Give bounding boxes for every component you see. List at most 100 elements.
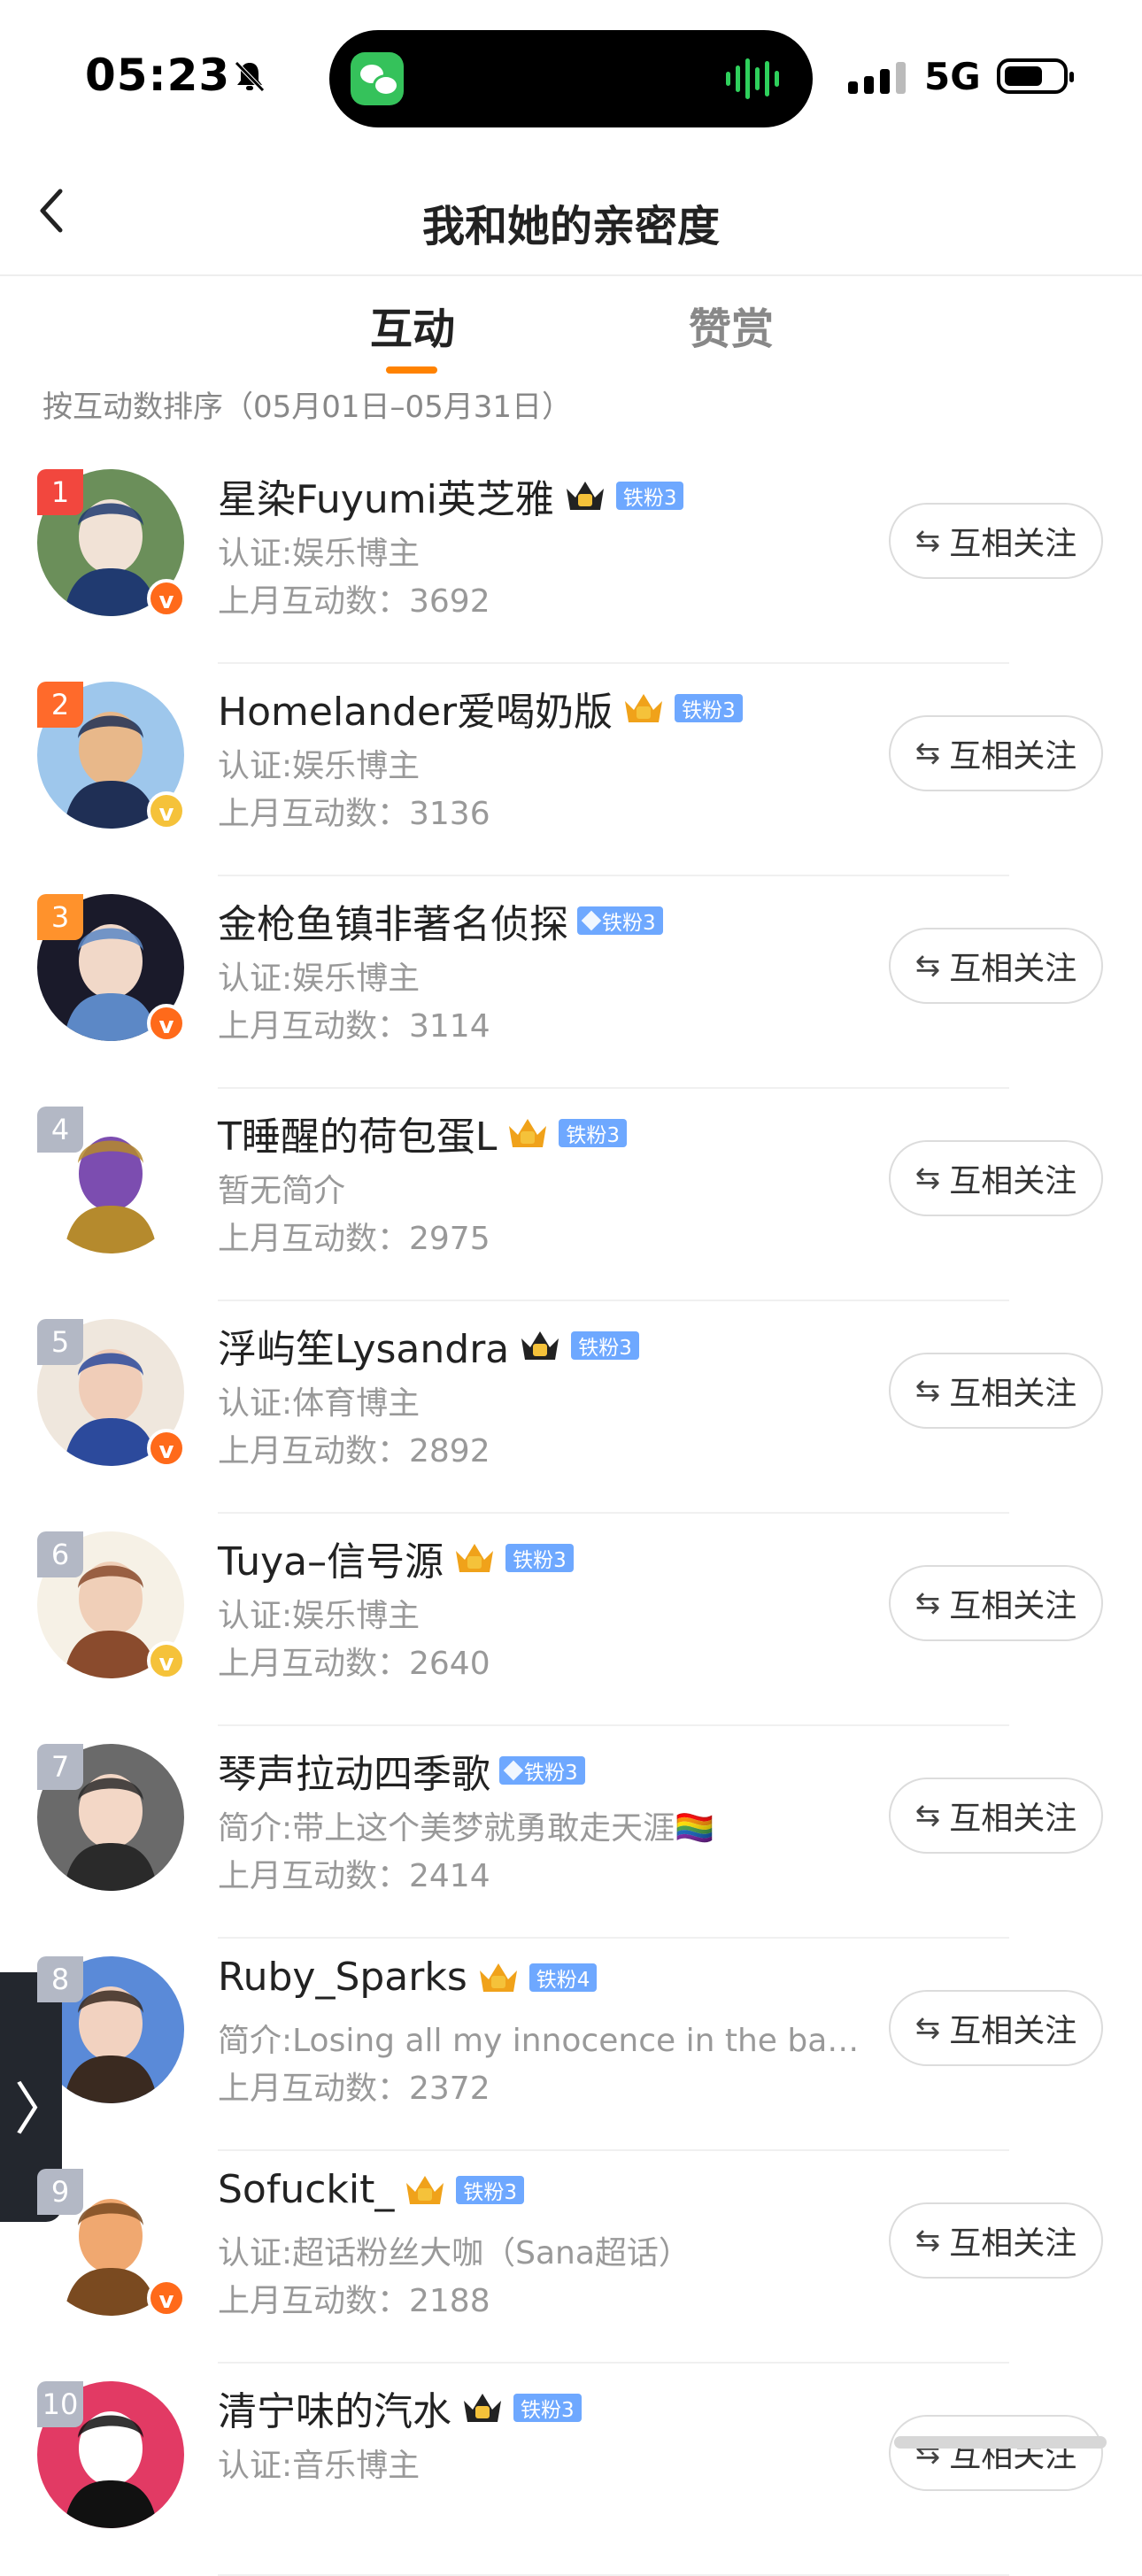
crown-icon (566, 482, 604, 510)
mutual-follow-label: 互相关注 (949, 951, 1077, 987)
fan-level-badge: 铁粉3 (675, 694, 743, 722)
user-name[interactable]: 金枪鱼镇非著名侦探 (218, 892, 568, 949)
interaction-count: 上月互动数：2975 (218, 1221, 490, 1257)
interaction-count: 上月互动数：3114 (218, 1008, 490, 1045)
mutual-follow-button[interactable]: ⇆ 互相关注 (889, 2415, 1103, 2491)
list-item[interactable]: 5 v 浮屿笙Lysandra 铁粉3 认证:体育博主 上月互动数：2892 ⇆… (0, 1301, 1142, 1514)
fan-level-badge: 铁粉3 (577, 906, 663, 935)
rank-badge: 4 (37, 1107, 83, 1153)
verified-badge-icon: v (147, 579, 186, 618)
rank-badge: 8 (37, 1956, 83, 2002)
mutual-follow-button[interactable]: ⇆ 互相关注 (889, 1353, 1103, 1429)
list-item[interactable]: 6 v Tuya–信号源 铁粉3 认证:娱乐博主 上月互动数：2640 ⇆ 互相… (0, 1514, 1142, 1726)
audio-wave-icon (726, 57, 779, 101)
verified-badge-icon: v (147, 2279, 186, 2318)
user-description: 认证:娱乐博主 (218, 1598, 421, 1634)
user-name-line: 浮屿笙Lysandra 铁粉3 (218, 1317, 639, 1374)
user-description: 认证:娱乐博主 (218, 748, 421, 784)
mutual-follow-button[interactable]: ⇆ 互相关注 (889, 1140, 1103, 1216)
user-name[interactable]: Homelander爱喝奶版 (218, 680, 613, 737)
verified-badge-icon: v (147, 1641, 186, 1680)
verified-badge-icon: v (147, 791, 186, 830)
mutual-follow-button[interactable]: ⇆ 互相关注 (889, 1990, 1103, 2066)
mutual-follow-icon: ⇆ (914, 2223, 941, 2258)
rank-badge: 5 (37, 1319, 83, 1365)
user-name[interactable]: T睡醒的荷包蛋L (218, 1105, 497, 1161)
interaction-count: 上月互动数：2188 (218, 2283, 490, 2319)
list-item[interactable]: 3 v 金枪鱼镇非著名侦探 铁粉3 认证:娱乐博主 上月互动数：3114 ⇆ 互… (0, 876, 1142, 1089)
user-name[interactable]: 浮屿笙Lysandra (218, 1317, 509, 1374)
mutual-follow-icon: ⇆ (914, 736, 941, 771)
user-name[interactable]: 清宁味的汽水 (218, 2379, 451, 2436)
crown-icon (479, 1963, 517, 1992)
mutual-follow-label: 互相关注 (949, 1163, 1077, 1199)
list-item[interactable]: 4 T睡醒的荷包蛋L 铁粉3 暂无简介 上月互动数：2975 ⇆ 互相关注 (0, 1089, 1142, 1301)
user-name[interactable]: Sofuckit_ (218, 2167, 394, 2212)
crown-icon (406, 2175, 444, 2204)
fan-level-badge: 铁粉3 (559, 1119, 628, 1147)
mutual-follow-icon: ⇆ (914, 1798, 941, 1833)
tab-active-indicator (386, 366, 437, 374)
user-name[interactable]: Tuya–信号源 (218, 1530, 444, 1586)
mutual-follow-icon: ⇆ (914, 1373, 941, 1408)
interaction-count: 上月互动数：2414 (218, 1858, 490, 1894)
crown-icon (625, 694, 663, 722)
user-name-line: 琴声拉动四季歌 铁粉3 (218, 1742, 585, 1799)
rank-badge: 3 (37, 894, 83, 940)
mutual-follow-label: 互相关注 (949, 2225, 1077, 2262)
tab-interaction[interactable]: 互动 (370, 294, 455, 356)
crown-icon (456, 1544, 494, 1572)
user-name[interactable]: 星染Fuyumi英芝雅 (218, 467, 554, 524)
network-type: 5G (924, 55, 981, 98)
chevron-right-icon: 〉 (14, 2078, 71, 2143)
user-name[interactable]: 琴声拉动四季歌 (218, 1742, 490, 1799)
verified-badge-icon: v (147, 1429, 186, 1468)
rank-badge: 9 (37, 2169, 83, 2215)
user-name-line: 金枪鱼镇非著名侦探 铁粉3 (218, 892, 663, 949)
list-item[interactable]: 2 v Homelander爱喝奶版 铁粉3 认证:娱乐博主 上月互动数：313… (0, 664, 1142, 876)
mutual-follow-button[interactable]: ⇆ 互相关注 (889, 2202, 1103, 2279)
mutual-follow-icon: ⇆ (914, 948, 941, 983)
intimacy-list: 1 v 星染Fuyumi英芝雅 铁粉3 认证:娱乐博主 上月互动数：3692 ⇆… (0, 451, 1142, 2576)
mutual-follow-button[interactable]: ⇆ 互相关注 (889, 1778, 1103, 1854)
crown-icon (509, 1119, 547, 1147)
list-item[interactable]: 9 v Sofuckit_ 铁粉3 认证:超话粉丝大咖（Sana超话） 上月互动… (0, 2151, 1142, 2364)
mutual-follow-button[interactable]: ⇆ 互相关注 (889, 1565, 1103, 1641)
clock: 05:23 (85, 50, 231, 101)
mutual-follow-button[interactable]: ⇆ 互相关注 (889, 928, 1103, 1004)
home-indicator[interactable] (894, 2436, 1107, 2449)
dynamic-island[interactable] (329, 30, 813, 127)
mutual-follow-label: 互相关注 (949, 526, 1077, 562)
crown-icon (464, 2394, 501, 2422)
rank-badge: 2 (37, 682, 83, 728)
verified-badge-icon: v (147, 1004, 186, 1043)
user-description: 认证:超话粉丝大咖（Sana超话） (218, 2235, 691, 2271)
user-description: 简介:Losing all my innocence in the back… (218, 2023, 864, 2059)
list-item[interactable]: 10 清宁味的汽水 铁粉3 认证:音乐博主 ⇆ 互相关注 (0, 2364, 1142, 2576)
list-item[interactable]: 8 Ruby_Sparks 铁粉4 简介:Losing all my innoc… (0, 1939, 1142, 2151)
fan-level-badge: 铁粉3 (513, 2394, 582, 2422)
list-item[interactable]: 7 琴声拉动四季歌 铁粉3 简介:带上这个美梦就勇敢走天涯🏳️‍🌈 上月互动数：… (0, 1726, 1142, 1939)
user-name-line: 清宁味的汽水 铁粉3 (218, 2379, 582, 2436)
nav-bar: 我和她的亲密度 (0, 150, 1142, 276)
sort-caption: 按互动数排序（05月01日–05月31日） (42, 389, 573, 425)
fan-level-badge: 铁粉4 (529, 1963, 598, 1992)
user-name-line: Tuya–信号源 铁粉3 (218, 1530, 574, 1586)
bell-muted-icon (235, 61, 265, 92)
mutual-follow-icon: ⇆ (914, 523, 941, 559)
user-name-line: Homelander爱喝奶版 铁粉3 (218, 680, 743, 737)
user-description: 简介:带上这个美梦就勇敢走天涯🏳️‍🌈 (218, 1810, 714, 1847)
user-name[interactable]: Ruby_Sparks (218, 1955, 467, 2000)
mutual-follow-button[interactable]: ⇆ 互相关注 (889, 503, 1103, 579)
user-name-line: T睡醒的荷包蛋L 铁粉3 (218, 1105, 628, 1161)
tab-appreciation[interactable]: 赞赏 (689, 294, 774, 356)
mutual-follow-button[interactable]: ⇆ 互相关注 (889, 715, 1103, 791)
mutual-follow-label: 互相关注 (949, 1588, 1077, 1624)
mutual-follow-icon: ⇆ (914, 1161, 941, 1196)
rank-badge: 10 (37, 2381, 83, 2427)
interaction-count: 上月互动数：2892 (218, 1433, 490, 1469)
list-item[interactable]: 1 v 星染Fuyumi英芝雅 铁粉3 认证:娱乐博主 上月互动数：3692 ⇆… (0, 451, 1142, 664)
interaction-count: 上月互动数：2372 (218, 2071, 490, 2107)
rank-badge: 6 (37, 1531, 83, 1577)
fan-level-badge: 铁粉3 (571, 1331, 639, 1360)
